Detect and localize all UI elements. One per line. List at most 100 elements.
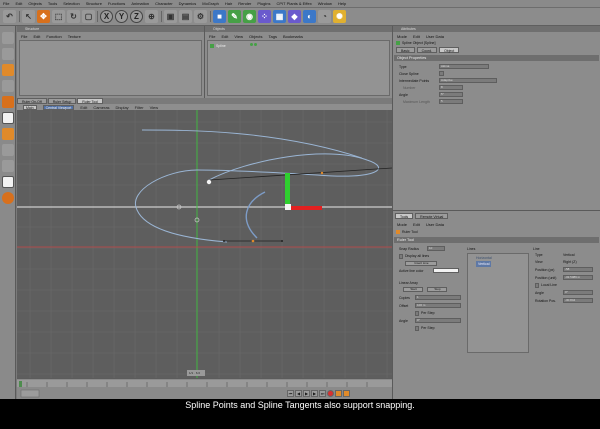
display-all-lines-checkbox[interactable] [399, 254, 403, 259]
rotate-icon[interactable]: ↻ [67, 10, 80, 23]
tool-menu-mode[interactable]: Mode [397, 222, 407, 227]
line-pos-px-field[interactable]: -58 [563, 267, 593, 272]
om-menu-bookmarks[interactable]: Bookmarks [283, 34, 303, 39]
viewport[interactable]: 1/1 · 6.6 [17, 110, 392, 378]
edges-mode-icon[interactable] [2, 112, 14, 124]
polygons-mode-icon[interactable] [2, 128, 14, 140]
workplane-icon[interactable] [2, 144, 14, 156]
goto-start-icon[interactable]: ⏮ [287, 390, 294, 397]
om-menu-edit[interactable]: Edit [221, 34, 228, 39]
menu-mograph[interactable]: MoGraph [202, 1, 219, 6]
viewport-mode-tab[interactable]: Main [23, 104, 37, 110]
rotation-pos-field[interactable]: -30.844 [563, 298, 593, 303]
attr-menu-edit[interactable]: Edit [413, 34, 420, 39]
om-menu-tags[interactable]: Tags [269, 34, 277, 39]
per-step-checkbox-2[interactable] [415, 326, 419, 331]
tool-menu-edit[interactable]: Edit [413, 222, 420, 227]
move-icon[interactable]: ✥ [37, 10, 50, 23]
render-view-icon[interactable]: ▣ [164, 10, 177, 23]
structure-menu-texture[interactable]: Texture [68, 34, 81, 39]
array-icon[interactable]: ⁘ [258, 10, 271, 23]
x-axis-icon[interactable]: X [100, 10, 113, 23]
tab-remote-virtual[interactable]: Remote Virtual [415, 213, 449, 219]
om-menu-view[interactable]: View [234, 34, 243, 39]
menu-dynamics[interactable]: Dynamics [179, 1, 197, 6]
close-spline-checkbox[interactable] [439, 71, 444, 76]
environment-icon[interactable]: ◐ [303, 10, 316, 23]
lines-list[interactable]: Horizontal Vertical [467, 253, 529, 353]
timeline[interactable]: ⏮ ◀ ▶ ▶ ⏭ [17, 378, 392, 399]
vp-menu-edit[interactable]: Edit [80, 105, 87, 110]
array-start-button[interactable]: Start [403, 287, 423, 292]
menu-help[interactable]: Help [338, 1, 346, 6]
vp-menu-filter[interactable]: Filter [135, 105, 144, 110]
prop-maxlen-field[interactable]: 5 [439, 99, 463, 104]
autokey-icon[interactable] [335, 390, 342, 397]
prop-type-select[interactable]: Akima [439, 64, 489, 69]
tweak-icon[interactable] [2, 176, 14, 188]
menu-tools[interactable]: Tools [48, 1, 57, 6]
keyframe-icon[interactable] [343, 390, 350, 397]
prop-intermediate-select[interactable]: Adaptive [439, 78, 497, 83]
camera-icon[interactable]: ◔ [318, 10, 331, 23]
attr-menu-mode[interactable]: Mode [397, 34, 407, 39]
menu-edit[interactable]: Edit [15, 1, 22, 6]
tool-menu-userdata[interactable]: User Data [426, 222, 444, 227]
active-line-color-swatch[interactable] [433, 268, 459, 273]
menu-functions[interactable]: Functions [108, 1, 125, 6]
om-menu-objects[interactable]: Objects [249, 34, 263, 39]
menu-animation[interactable]: Animation [131, 1, 149, 6]
array-stop-button[interactable]: Stop [427, 287, 447, 292]
menu-selection[interactable]: Selection [63, 1, 79, 6]
tab-basic[interactable]: Basic [396, 47, 415, 53]
cube-icon[interactable]: ■ [213, 10, 226, 23]
per-step-checkbox-1[interactable] [415, 311, 419, 316]
copies-field[interactable]: 1 [415, 295, 461, 300]
texture-mode-icon[interactable] [2, 80, 14, 92]
array-angle-field[interactable]: 0° [415, 318, 461, 323]
menu-structure[interactable]: Structure [86, 1, 102, 6]
recent-tool-icon[interactable]: ▢ [82, 10, 95, 23]
nurbs-icon[interactable]: ◉ [243, 10, 256, 23]
menu-plugins[interactable]: Plugins [257, 1, 270, 6]
spline-pen-icon[interactable]: ✎ [228, 10, 241, 23]
object-mode-icon[interactable] [2, 64, 14, 76]
structure-menu-edit[interactable]: Edit [33, 34, 40, 39]
structure-menu-function[interactable]: Function [46, 34, 61, 39]
line-pos-unit-field[interactable]: -32.5089 m [563, 275, 593, 280]
vp-menu-view[interactable]: View [150, 105, 159, 110]
prev-frame-icon[interactable]: ◀ [295, 390, 302, 397]
prop-number-field[interactable]: 8 [439, 85, 463, 90]
tab-tools[interactable]: Tools [395, 213, 414, 219]
light-icon[interactable]: ✺ [333, 10, 346, 23]
scene-icon[interactable]: ▦ [273, 10, 286, 23]
y-axis-icon[interactable]: Y [115, 10, 128, 23]
object-flags[interactable] [250, 43, 260, 47]
prop-angle-field[interactable]: 5° [439, 92, 463, 97]
menu-cpit[interactable]: CPIT Plants & Effex [277, 1, 312, 6]
snap-icon[interactable] [2, 192, 14, 204]
vp-menu-cameras[interactable]: Cameras [93, 105, 109, 110]
local-line-checkbox[interactable] [535, 283, 539, 288]
list-item[interactable]: Spline [210, 43, 226, 48]
live-select-icon[interactable]: ↖ [22, 10, 35, 23]
coord-system-icon[interactable]: ⊕ [145, 10, 158, 23]
record-icon[interactable] [327, 390, 334, 397]
render-settings-icon[interactable]: ⚙ [194, 10, 207, 23]
render-picture-viewer-icon[interactable]: ▤ [179, 10, 192, 23]
menu-character[interactable]: Character [155, 1, 173, 6]
scale-icon[interactable]: ⬚ [52, 10, 65, 23]
points-mode-icon[interactable] [2, 96, 14, 108]
structure-list[interactable] [19, 40, 202, 96]
tab-coord[interactable]: Coord. [416, 47, 438, 53]
line-angle-field[interactable]: 0° [563, 290, 593, 295]
vp-menu-display[interactable]: Display [116, 105, 129, 110]
tab-object[interactable]: Object [439, 47, 460, 53]
list-item[interactable]: Vertical [476, 261, 492, 267]
enable-axis-icon[interactable] [2, 160, 14, 172]
snap-radius-field[interactable]: 10 [427, 246, 445, 251]
z-axis-icon[interactable]: Z [130, 10, 143, 23]
goto-end-icon[interactable]: ⏭ [319, 390, 326, 397]
menu-objects[interactable]: Objects [28, 1, 42, 6]
menu-window[interactable]: Window [318, 1, 332, 6]
